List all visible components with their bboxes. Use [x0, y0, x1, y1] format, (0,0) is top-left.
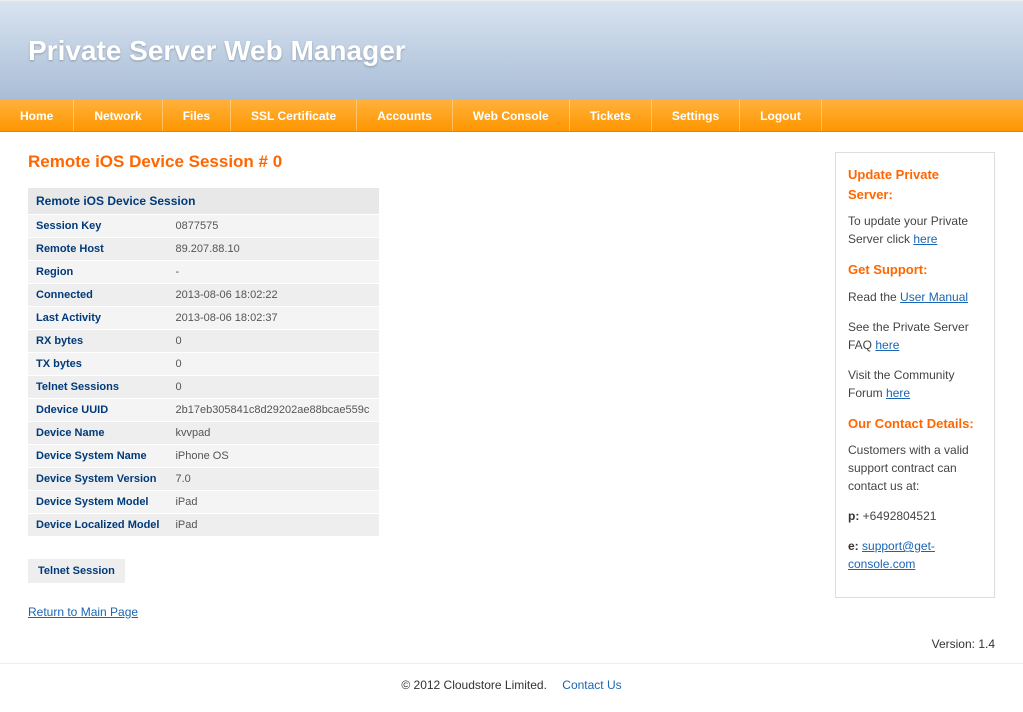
nav-item-ssl-certificate[interactable]: SSL Certificate [231, 100, 357, 131]
table-row: Remote Host89.207.88.10 [28, 238, 379, 261]
sidebar: Update Private Server: To update your Pr… [835, 152, 995, 598]
row-key: Connected [28, 284, 167, 307]
row-value: iPad [167, 514, 379, 537]
row-key: TX bytes [28, 353, 167, 376]
row-value: iPhone OS [167, 445, 379, 468]
nav-item-network[interactable]: Network [74, 100, 162, 131]
session-info-table: Remote iOS Device Session Session Key087… [28, 188, 379, 537]
row-value: 7.0 [167, 468, 379, 491]
row-value: kvvpad [167, 422, 379, 445]
sidebar-support-forum: Visit the Community Forum here [848, 366, 982, 402]
row-value: 2b17eb305841c8d29202ae88bcae559c [167, 399, 379, 422]
sidebar-update-text: To update your Private Server click here [848, 212, 982, 248]
footer-copyright: © 2012 Cloudstore Limited. [401, 678, 547, 692]
update-here-link[interactable]: here [913, 232, 937, 246]
row-value: - [167, 261, 379, 284]
table-row: RX bytes0 [28, 330, 379, 353]
sidebar-contact-phone: p: +6492804521 [848, 507, 982, 525]
row-key: Device Localized Model [28, 514, 167, 537]
table-row: Device System Version7.0 [28, 468, 379, 491]
nav-item-home[interactable]: Home [0, 100, 74, 131]
row-key: Remote Host [28, 238, 167, 261]
row-key: RX bytes [28, 330, 167, 353]
row-value: 0 [167, 376, 379, 399]
row-key: Last Activity [28, 307, 167, 330]
row-value: 2013-08-06 18:02:37 [167, 307, 379, 330]
row-value: 89.207.88.10 [167, 238, 379, 261]
sidebar-contact-intro: Customers with a valid support contract … [848, 441, 982, 495]
nav-item-web-console[interactable]: Web Console [453, 100, 570, 131]
sidebar-contact-email: e: support@get-console.com [848, 537, 982, 573]
user-manual-link[interactable]: User Manual [900, 290, 968, 304]
table-row: Device System ModeliPad [28, 491, 379, 514]
nav-item-accounts[interactable]: Accounts [357, 100, 453, 131]
page-heading: Remote iOS Device Session # 0 [28, 152, 811, 172]
row-value: 2013-08-06 18:02:22 [167, 284, 379, 307]
footer: © 2012 Cloudstore Limited. Contact Us [0, 663, 1023, 712]
return-main-link[interactable]: Return to Main Page [28, 605, 138, 619]
sidebar-support-faq: See the Private Server FAQ here [848, 318, 982, 354]
sidebar-support-heading: Get Support: [848, 260, 982, 280]
nav-item-settings[interactable]: Settings [652, 100, 740, 131]
row-value: 0 [167, 330, 379, 353]
row-key: Device System Name [28, 445, 167, 468]
telnet-session-box[interactable]: Telnet Session [28, 559, 125, 583]
table-row: Telnet Sessions0 [28, 376, 379, 399]
table-row: Session Key0877575 [28, 215, 379, 238]
sidebar-support-manual: Read the User Manual [848, 288, 982, 306]
table-row: Device System NameiPhone OS [28, 445, 379, 468]
row-value: 0877575 [167, 215, 379, 238]
session-table-title: Remote iOS Device Session [28, 188, 379, 215]
app-title: Private Server Web Manager [28, 35, 406, 67]
version-label: Version: 1.4 [0, 629, 1023, 655]
table-row: Device Namekvvpad [28, 422, 379, 445]
row-key: Ddevice UUID [28, 399, 167, 422]
table-row: Last Activity2013-08-06 18:02:37 [28, 307, 379, 330]
row-key: Device System Version [28, 468, 167, 491]
nav-item-files[interactable]: Files [163, 100, 231, 131]
row-key: Region [28, 261, 167, 284]
row-value: 0 [167, 353, 379, 376]
forum-here-link[interactable]: here [886, 386, 910, 400]
table-row: Connected2013-08-06 18:02:22 [28, 284, 379, 307]
footer-contact-link[interactable]: Contact Us [562, 678, 621, 692]
row-key: Telnet Sessions [28, 376, 167, 399]
table-row: Device Localized ModeliPad [28, 514, 379, 537]
row-key: Device System Model [28, 491, 167, 514]
main-nav: HomeNetworkFilesSSL CertificateAccountsW… [0, 100, 1023, 132]
row-key: Session Key [28, 215, 167, 238]
table-row: Ddevice UUID2b17eb305841c8d29202ae88bcae… [28, 399, 379, 422]
row-key: Device Name [28, 422, 167, 445]
app-header: Private Server Web Manager [0, 0, 1023, 100]
table-row: Region- [28, 261, 379, 284]
sidebar-contact-heading: Our Contact Details: [848, 414, 982, 434]
row-value: iPad [167, 491, 379, 514]
nav-item-tickets[interactable]: Tickets [570, 100, 652, 131]
table-row: TX bytes0 [28, 353, 379, 376]
nav-item-logout[interactable]: Logout [740, 100, 822, 131]
sidebar-update-heading: Update Private Server: [848, 165, 982, 204]
support-email-link[interactable]: support@get-console.com [848, 539, 935, 571]
faq-here-link[interactable]: here [875, 338, 899, 352]
